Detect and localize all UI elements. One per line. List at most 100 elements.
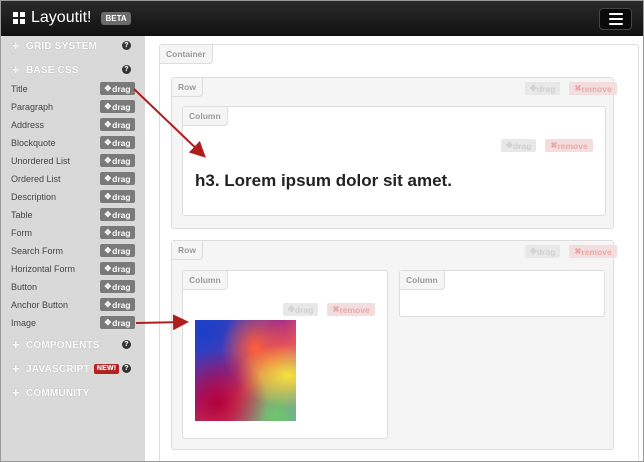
column-tag: Column: [183, 271, 228, 290]
drag-handle[interactable]: ✥ drag: [100, 316, 135, 329]
sidebar-item-table[interactable]: Table ✥ drag: [11, 208, 135, 222]
column-drag-button[interactable]: ✥ drag: [283, 303, 318, 316]
section-label: COMPONENTS: [26, 339, 100, 351]
item-label: Button: [11, 282, 38, 292]
drag-handle[interactable]: ✥ drag: [100, 280, 135, 293]
help-icon[interactable]: ?: [122, 41, 131, 50]
drag-handle[interactable]: ✥ drag: [100, 136, 135, 149]
sidebar-item-description[interactable]: Description ✥ drag: [11, 190, 135, 204]
help-icon[interactable]: ?: [122, 364, 131, 373]
section-label: BASE CSS: [26, 64, 79, 76]
sidebar-item-anchor-button[interactable]: Anchor Button ✥ drag: [11, 298, 135, 312]
column-tag: Column: [183, 107, 228, 126]
plus-icon: +: [12, 337, 20, 352]
help-icon[interactable]: ?: [122, 65, 131, 74]
item-label: Image: [11, 318, 37, 328]
column-remove-button[interactable]: ✖ remove: [327, 303, 375, 316]
sidebar-item-ordered-list[interactable]: Ordered List ✥ drag: [11, 172, 135, 186]
drag-handle[interactable]: ✥ drag: [100, 244, 135, 257]
plus-icon: +: [12, 385, 20, 400]
sidebar-item-blockquote[interactable]: Blockquote ✥ drag: [11, 136, 135, 150]
row-remove-button[interactable]: ✖ remove: [569, 245, 617, 258]
drag-handle[interactable]: ✥ drag: [100, 262, 135, 275]
row-remove-button[interactable]: ✖ remove: [569, 82, 617, 95]
sidebar-item-address[interactable]: Address ✥ drag: [11, 118, 135, 132]
drag-handle[interactable]: ✥ drag: [100, 190, 135, 203]
sidebar-item-title[interactable]: Title ✥ drag: [11, 82, 135, 96]
move-icon: ✥: [104, 210, 112, 219]
move-icon: ✥: [104, 174, 112, 183]
sidebar-item-horizontal-form[interactable]: Horizontal Form ✥ drag: [11, 262, 135, 276]
drag-handle[interactable]: ✥ drag: [100, 154, 135, 167]
h3-heading[interactable]: h3. Lorem ipsum dolor sit amet.: [195, 171, 452, 191]
plus-icon: +: [12, 38, 20, 53]
column-controls: ✥ drag ✖ remove: [501, 139, 593, 152]
item-label: Unordered List: [11, 156, 71, 166]
item-label: Horizontal Form: [11, 264, 76, 274]
drag-handle[interactable]: ✥ drag: [100, 82, 135, 95]
move-icon: ✥: [104, 84, 112, 93]
move-icon: ✥: [104, 300, 112, 309]
move-icon: ✥: [104, 264, 112, 273]
sidebar-item-search-form[interactable]: Search Form ✥ drag: [11, 244, 135, 258]
app-window: Layoutit! BETA + GRID SYSTEM ? + BASE CS…: [0, 0, 644, 462]
column-box[interactable]: Column ✥ drag ✖ remove: [182, 106, 606, 216]
move-icon: ✥: [104, 138, 112, 147]
item-label: Paragraph: [11, 102, 54, 112]
drag-handle[interactable]: ✥ drag: [100, 208, 135, 221]
move-icon: ✥: [104, 120, 112, 129]
move-icon: ✥: [104, 156, 112, 165]
row-box[interactable]: Row ✥ drag ✖ remove Column ✥ drag ✖ remove: [171, 77, 617, 229]
section-components[interactable]: + COMPONENTS ?: [12, 337, 137, 353]
drag-handle[interactable]: ✥ drag: [100, 298, 135, 311]
column-drag-button[interactable]: ✥ drag: [501, 139, 536, 152]
item-label: Search Form: [11, 246, 64, 256]
item-label: Title: [11, 84, 28, 94]
drag-handle[interactable]: ✥ drag: [100, 100, 135, 113]
section-grid-system[interactable]: + GRID SYSTEM ?: [12, 38, 137, 54]
new-badge: NEW!: [93, 364, 120, 374]
section-base-css[interactable]: + BASE CSS ?: [12, 62, 137, 78]
item-label: Address: [11, 120, 45, 130]
section-javascript[interactable]: + JAVASCRIPT NEW! ?: [12, 361, 137, 377]
drag-handle[interactable]: ✥ drag: [100, 226, 135, 239]
container-tag: Container: [160, 45, 213, 64]
app-title: Layoutit!: [31, 9, 92, 26]
row-tag: Row: [172, 241, 203, 260]
item-label: Table: [11, 210, 33, 220]
item-label: Description: [11, 192, 57, 202]
move-icon: ✥: [104, 246, 112, 255]
column-tag: Column: [400, 271, 445, 290]
sidebar: + GRID SYSTEM ? + BASE CSS ? Title ✥ drag …: [1, 36, 145, 461]
move-icon: ✥: [104, 318, 112, 327]
menu-toggle-button[interactable]: [599, 8, 632, 30]
help-icon[interactable]: ?: [122, 340, 131, 349]
sidebar-item-paragraph[interactable]: Paragraph ✥ drag: [11, 100, 135, 114]
row-controls: ✥ drag ✖ remove: [525, 82, 617, 95]
section-label: GRID SYSTEM: [26, 40, 98, 52]
row-drag-button[interactable]: ✥ drag: [525, 82, 560, 95]
top-navbar: Layoutit! BETA: [1, 1, 643, 36]
move-icon: ✥: [104, 282, 112, 291]
plus-icon: +: [12, 62, 20, 77]
image-placeholder[interactable]: [195, 320, 296, 421]
row-tag: Row: [172, 78, 203, 97]
sidebar-item-image[interactable]: Image ✥ drag: [11, 316, 135, 330]
brand[interactable]: Layoutit! BETA: [13, 10, 131, 26]
sidebar-item-form[interactable]: Form ✥ drag: [11, 226, 135, 240]
drag-handle[interactable]: ✥ drag: [100, 172, 135, 185]
drag-handle[interactable]: ✥ drag: [100, 118, 135, 131]
item-label: Form: [11, 228, 32, 238]
sidebar-item-unordered-list[interactable]: Unordered List ✥ drag: [11, 154, 135, 168]
sidebar-item-button[interactable]: Button ✥ drag: [11, 280, 135, 294]
column-controls: ✥ drag ✖ remove: [283, 303, 375, 316]
column-box[interactable]: Column: [399, 270, 605, 317]
column-remove-button[interactable]: ✖ remove: [545, 139, 593, 152]
section-label: JAVASCRIPT: [26, 363, 90, 375]
section-community[interactable]: + COMMUNITY: [12, 385, 137, 401]
row-drag-button[interactable]: ✥ drag: [525, 245, 560, 258]
move-icon: ✥: [104, 102, 112, 111]
item-label: Anchor Button: [11, 300, 69, 310]
section-label: COMMUNITY: [26, 387, 90, 399]
row-controls: ✥ drag ✖ remove: [525, 245, 617, 258]
